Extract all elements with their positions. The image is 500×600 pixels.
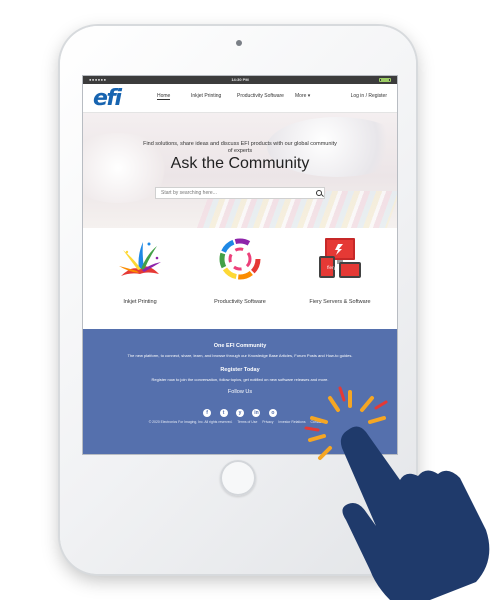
home-button[interactable] [220,460,256,496]
community-text: The new platform, to connect, share, lea… [127,353,353,358]
status-bar: ●●●●●● 14:30 PM [83,76,397,84]
ink-splash-icon [119,242,161,276]
search-input[interactable]: Start by searching here... [155,187,325,199]
nav-item-productivity[interactable]: Productivity Software [237,93,284,99]
hero-title: Ask the Community [170,155,310,172]
twitter-icon[interactable]: t [219,409,228,417]
category-label: Inkjet Printing [123,299,157,305]
other-social-icon[interactable]: o [268,409,277,417]
battery-icon [379,78,391,82]
search-icon[interactable] [316,190,322,196]
category-label: Productivity Software [214,299,266,305]
linkedin-icon[interactable]: in [252,409,261,417]
community-heading: One EFI Community [213,343,267,349]
nav-item-home[interactable]: Home [157,93,171,100]
camera-icon [236,40,242,46]
svg-text:fiery: fiery [327,265,337,270]
facebook-icon[interactable]: f [203,409,212,417]
login-register-link[interactable]: Log in / Register [351,93,387,99]
status-time: 14:30 PM [231,77,249,82]
footer-link-terms[interactable]: Terms of Use [237,420,257,424]
category-section: Inkjet Printing Productivity Software fi… [83,228,397,329]
footer-link-privacy[interactable]: Privacy [262,420,273,424]
nav-item-more[interactable]: More ▾ [295,93,310,99]
color-wheel-icon [219,238,261,280]
nav-item-inkjet[interactable]: Inkjet Printing [191,93,221,99]
youtube-icon[interactable]: y [236,409,244,417]
hero-banner: Find solutions, share ideas and discuss … [83,113,397,228]
fiery-devices-icon: fiery [319,238,361,278]
category-label: Fiery Servers & Software [309,299,371,305]
pointing-hand-icon [304,386,490,600]
copyright-text: © 2020 Electronics For Imaging, Inc. All… [148,420,233,424]
site-navbar: efi Home Inkjet Printing Productivity So… [83,84,397,113]
efi-logo[interactable]: efi [93,86,122,111]
hero-subtitle: Find solutions, share ideas and discuss … [143,141,337,154]
